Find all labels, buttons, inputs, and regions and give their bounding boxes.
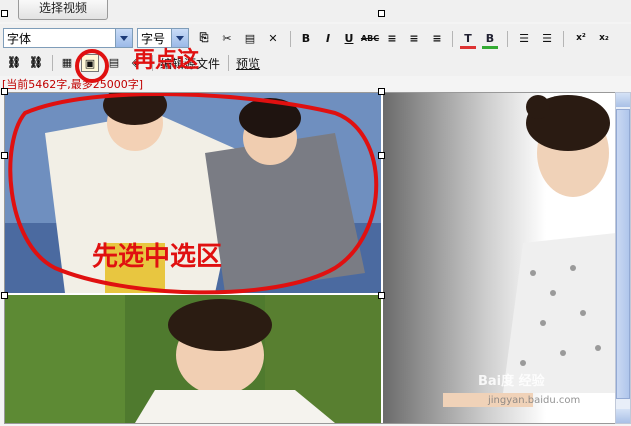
scroll-thumb[interactable] (616, 109, 630, 399)
bold-button[interactable]: B (298, 30, 314, 46)
resize-handle-top-left[interactable] (1, 10, 8, 17)
annotation-click-again: 再点这 (133, 48, 200, 73)
toolbar-separator (452, 31, 453, 47)
resize-handle-top-center[interactable] (378, 10, 385, 17)
top-strip: 选择视频 (0, 0, 631, 22)
preview-button[interactable]: 预览 (236, 55, 260, 72)
unlink-icon[interactable]: ⛓ (28, 54, 44, 70)
strikethrough-button[interactable]: ABC (361, 30, 379, 46)
watermark-url: jingyan.baidu.com (488, 395, 581, 406)
text-color-icon[interactable]: T (460, 30, 476, 49)
unordered-list-icon[interactable]: ☰ (539, 30, 555, 46)
watermark-logo: Bai度 经验 (478, 374, 545, 389)
delete-icon[interactable]: ✕ (265, 30, 281, 46)
ordered-list-icon[interactable]: ☰ (516, 30, 532, 46)
vertical-scrollbar[interactable] (615, 92, 631, 424)
chevron-down-icon[interactable] (115, 29, 132, 47)
link-icon[interactable]: ⛓ (6, 54, 22, 70)
scroll-down-icon[interactable] (616, 409, 630, 423)
font-family-select[interactable]: 字体 (3, 28, 133, 48)
align-center-icon[interactable]: ≡ (406, 30, 422, 46)
italic-button[interactable]: I (320, 30, 336, 46)
underline-button[interactable]: U (341, 30, 357, 46)
resize-handle[interactable] (378, 88, 385, 95)
resize-handle[interactable] (378, 152, 385, 159)
toolbar-separator (290, 31, 291, 47)
annotation-circle (75, 49, 109, 83)
paste-icon[interactable]: ▤ (242, 30, 258, 46)
align-right-icon[interactable]: ≡ (429, 30, 445, 46)
resize-handle[interactable] (1, 88, 8, 95)
scroll-up-icon[interactable] (616, 93, 630, 107)
toolbar-separator (563, 31, 564, 47)
toolbar-separator (228, 55, 229, 71)
cut-icon[interactable]: ✂ (219, 30, 235, 46)
resize-handle[interactable] (1, 152, 8, 159)
toolbar-separator (507, 31, 508, 47)
font-family-value: 字体 (7, 32, 32, 46)
toolbar-separator (52, 55, 53, 71)
select-video-button[interactable]: 选择视频 (18, 0, 108, 20)
annotation-select-area: 先选中选区 (92, 242, 223, 272)
resize-handle[interactable] (378, 292, 385, 299)
resize-handle[interactable] (1, 292, 8, 299)
superscript-icon[interactable]: x² (573, 30, 589, 46)
subscript-icon[interactable]: x₂ (596, 30, 612, 46)
bg-color-icon[interactable]: B (482, 30, 498, 49)
align-left-icon[interactable]: ≡ (384, 30, 400, 46)
